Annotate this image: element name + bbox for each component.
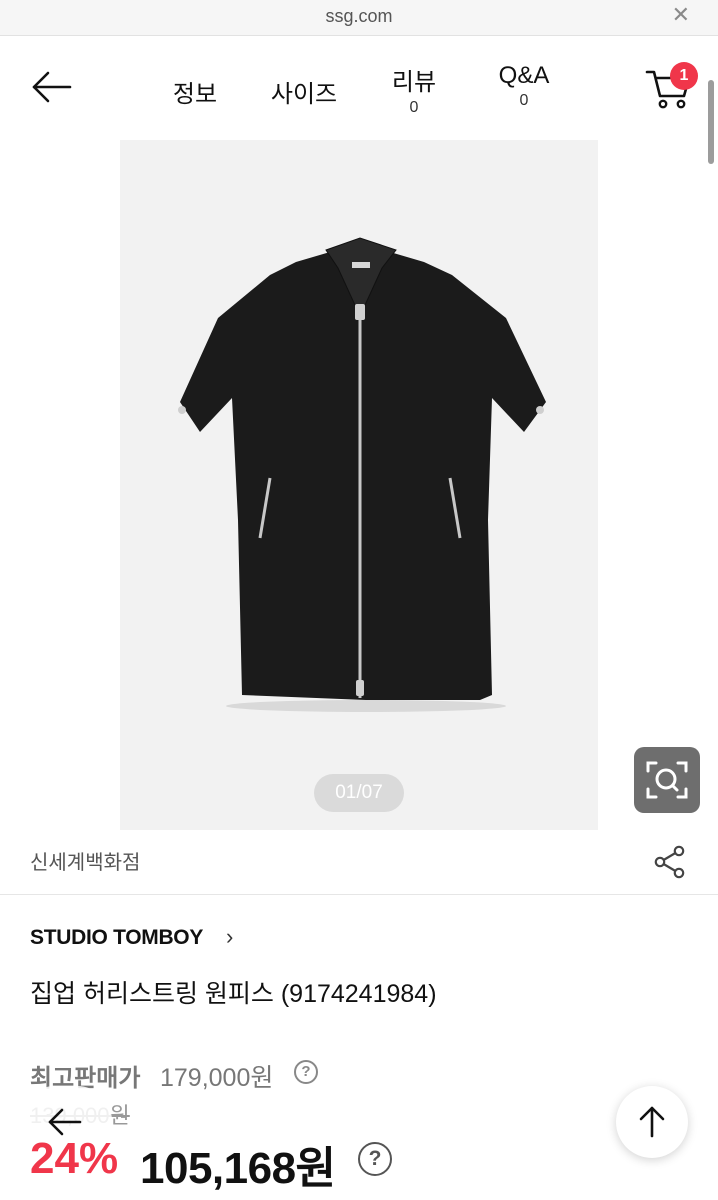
close-icon[interactable]: ✕ bbox=[672, 4, 690, 26]
help-icon[interactable]: ? bbox=[294, 1060, 318, 1084]
discount-rate: 24% bbox=[30, 1134, 119, 1183]
back-button[interactable] bbox=[30, 70, 74, 104]
browser-url-bar: ssg.com ✕ bbox=[0, 0, 718, 36]
image-search-button[interactable] bbox=[634, 747, 700, 813]
tab-review-count: 0 bbox=[409, 99, 419, 116]
scroll-to-top-button[interactable] bbox=[616, 1086, 688, 1158]
tab-qa-count: 0 bbox=[519, 92, 529, 109]
camera-lens-icon bbox=[646, 761, 688, 799]
section-divider bbox=[0, 894, 718, 895]
share-icon bbox=[654, 845, 685, 879]
best-price-value: 179,000원 bbox=[160, 1064, 274, 1092]
cart-count-badge: 1 bbox=[670, 62, 698, 90]
chevron-right-icon[interactable]: › bbox=[226, 924, 233, 950]
tab-size[interactable]: 사이즈 bbox=[262, 36, 346, 136]
tab-info-label: 정보 bbox=[172, 81, 218, 108]
arrow-up-icon bbox=[639, 1106, 665, 1138]
price-help-icon[interactable]: ? bbox=[358, 1142, 392, 1176]
tab-size-label: 사이즈 bbox=[270, 81, 338, 108]
scrollbar[interactable] bbox=[708, 80, 714, 164]
share-button[interactable] bbox=[652, 844, 688, 880]
tab-qa-label: Q&A bbox=[498, 62, 550, 89]
product-title: 집업 허리스트링 원피스 (9174241984) bbox=[30, 980, 437, 1008]
product-header: 정보 사이즈 리뷰 0 Q&A 0 1 bbox=[0, 36, 718, 164]
arrow-left-icon bbox=[32, 71, 72, 103]
sale-price: 105,168원 bbox=[140, 1144, 336, 1193]
product-image-gallery[interactable]: 01/07 bbox=[120, 140, 598, 830]
product-image bbox=[178, 237, 546, 712]
url-text[interactable]: ssg.com bbox=[0, 6, 718, 27]
tab-qa[interactable]: Q&A 0 bbox=[488, 36, 560, 136]
tab-review[interactable]: 리뷰 0 bbox=[384, 36, 444, 136]
tab-review-label: 리뷰 bbox=[391, 69, 437, 96]
brand-link[interactable]: STUDIO TOMBOY bbox=[30, 926, 203, 950]
tab-info[interactable]: 정보 bbox=[160, 36, 230, 136]
store-name[interactable]: 신세계백화점 bbox=[30, 846, 140, 875]
image-pager: 01/07 bbox=[314, 774, 404, 812]
